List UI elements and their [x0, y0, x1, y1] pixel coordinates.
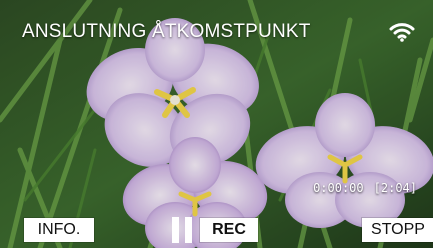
timecode: 0:00:00 [2:04]: [313, 181, 417, 195]
wifi-icon: [389, 23, 415, 42]
elapsed-time: 0:00:00: [313, 181, 364, 195]
stop-button[interactable]: STOPP: [362, 218, 433, 242]
top-bar: ANSLUTNING ÅTKOMSTPUNKT: [10, 14, 423, 50]
screen-title: ANSLUTNING ÅTKOMSTPUNKT: [22, 21, 311, 42]
info-button[interactable]: INFO.: [24, 218, 94, 242]
pause-icon[interactable]: [172, 217, 192, 243]
camera-preview-screen: ANSLUTNING ÅTKOMSTPUNKT 0:00:00 [2:04] I…: [0, 0, 433, 248]
rec-button[interactable]: REC: [200, 218, 258, 242]
remaining-time: [2:04]: [373, 181, 417, 195]
